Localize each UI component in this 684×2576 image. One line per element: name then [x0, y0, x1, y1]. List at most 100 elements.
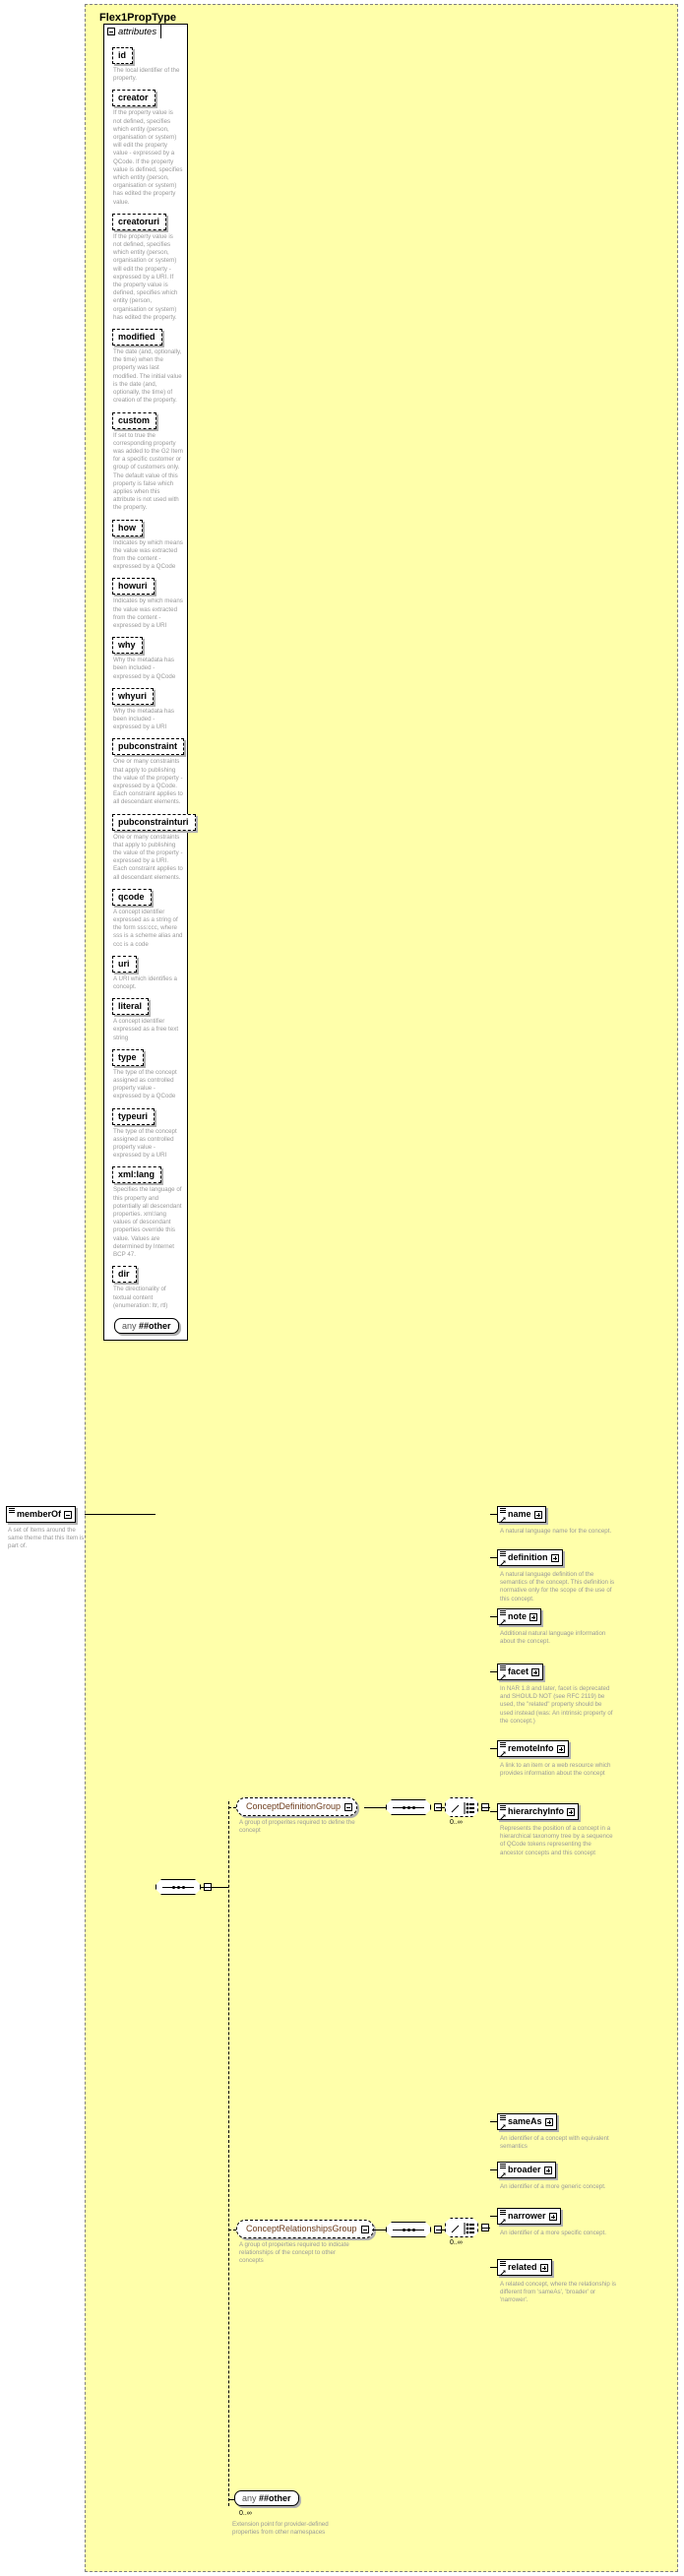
- attribute-label: how: [118, 523, 136, 533]
- element-arrow-icon: [500, 2268, 506, 2274]
- element-remoteInfo[interactable]: remoteInfo: [497, 1740, 569, 1757]
- element-broader[interactable]: broader: [497, 2162, 556, 2178]
- attributes-panel: id The local identifier of the property. c…: [103, 24, 188, 1341]
- attribute-pubconstrainturi[interactable]: pubconstrainturi: [112, 814, 196, 831]
- element-facet[interactable]: facet: [497, 1664, 543, 1680]
- group-label: ConceptRelationshipsGroup: [246, 2224, 357, 2234]
- attribute-label: typeuri: [118, 1111, 148, 1121]
- choice-compositor-icon[interactable]: [445, 2218, 478, 2237]
- attribute-creatoruri[interactable]: creatoruri: [112, 214, 166, 230]
- expand-icon[interactable]: [534, 1511, 542, 1519]
- element-description: In NAR 1.8 and later, facet is deprecate…: [500, 1685, 616, 1726]
- element-arrow-icon: [500, 1515, 506, 1521]
- connector-memberOf-to-sequence: [85, 1514, 155, 1515]
- element-label: remoteInfo: [504, 1743, 554, 1754]
- attribute-dir[interactable]: dir: [112, 1266, 137, 1283]
- element-arrow-icon: [500, 2170, 506, 2176]
- choice-compositor-icon[interactable]: [445, 1797, 478, 1817]
- content-any-other[interactable]: any ##other: [234, 2490, 299, 2506]
- collapse-icon[interactable]: [64, 1511, 72, 1519]
- group2-sequence-compositor[interactable]: [386, 2222, 442, 2237]
- element-description: Additional natural language information …: [500, 1630, 616, 1646]
- expand-icon[interactable]: [551, 1554, 559, 1562]
- attribute-typeuri[interactable]: typeuri: [112, 1108, 155, 1125]
- element-lines-icon: [500, 1508, 506, 1513]
- element-related[interactable]: related: [497, 2259, 552, 2276]
- connector-to-element: [490, 1514, 497, 1515]
- attribute-label: id: [118, 50, 126, 60]
- sequence-compositor-icon[interactable]: [386, 2222, 431, 2237]
- attribute-how[interactable]: how: [112, 520, 143, 536]
- attribute-custom[interactable]: custom: [112, 412, 156, 429]
- connector-to-group1: [228, 1807, 236, 1808]
- expand-icon[interactable]: [545, 2118, 553, 2126]
- element-label: name: [504, 1509, 531, 1520]
- connector-to-element: [490, 2267, 497, 2268]
- element-arrow-icon: [500, 1672, 506, 1678]
- element-definition[interactable]: definition: [497, 1549, 563, 1566]
- collapse-icon[interactable]: [344, 1803, 352, 1811]
- attribute-label: uri: [118, 959, 130, 969]
- attribute-any-other[interactable]: any ##other: [114, 1318, 179, 1334]
- group1-sequence-compositor[interactable]: [386, 1799, 442, 1815]
- attribute-description: One or many constraints that apply to pu…: [113, 834, 183, 882]
- element-description: A set of Items around the same theme tha…: [8, 1527, 85, 1551]
- attribute-label: howuri: [118, 581, 148, 591]
- group1-cardinality: 0..∞: [450, 1819, 463, 1826]
- collapse-icon[interactable]: [107, 28, 115, 35]
- sequence-compositor-icon[interactable]: [155, 1879, 201, 1895]
- attribute-literal[interactable]: literal: [112, 998, 149, 1015]
- connector-outer-to-branch: [201, 1887, 228, 1888]
- element-lines-icon: [500, 2164, 506, 2168]
- attribute-creator[interactable]: creator: [112, 90, 155, 106]
- element-label: memberOf: [13, 1509, 61, 1520]
- group-ConceptRelationshipsGroup[interactable]: ConceptRelationshipsGroup: [236, 2220, 374, 2238]
- attribute-label: qcode: [118, 892, 145, 902]
- connector-branch-spine: [228, 1801, 229, 2506]
- group-description: A group of properites required to define…: [239, 1819, 357, 1835]
- attribute-description: Indicates by which means the value was e…: [113, 597, 183, 630]
- group-label: ConceptDefinitionGroup: [246, 1801, 341, 1812]
- element-note[interactable]: note: [497, 1608, 541, 1625]
- attributes-header[interactable]: attributes: [103, 24, 161, 38]
- attribute-type[interactable]: type: [112, 1049, 144, 1066]
- attribute-why[interactable]: why: [112, 637, 143, 654]
- element-description: An identifier of a more generic concept.: [500, 2183, 616, 2191]
- expand-icon[interactable]: [544, 2167, 552, 2174]
- attribute-id[interactable]: id: [112, 47, 133, 64]
- expand-icon[interactable]: [529, 1613, 537, 1621]
- collapse-icon[interactable]: [361, 2226, 369, 2233]
- element-memberOf[interactable]: memberOf: [6, 1506, 76, 1523]
- element-label: sameAs: [504, 2116, 542, 2127]
- element-description: A natural language definition of the sem…: [500, 1571, 618, 1603]
- element-hierarchyInfo[interactable]: hierarchyInfo: [497, 1803, 579, 1820]
- element-narrower[interactable]: narrower: [497, 2208, 561, 2225]
- attribute-whyuri[interactable]: whyuri: [112, 688, 154, 705]
- expand-icon[interactable]: [567, 1808, 575, 1816]
- expand-icon[interactable]: [540, 2264, 548, 2272]
- sequence-compositor-icon[interactable]: [386, 1799, 431, 1815]
- attribute-description: A URI which identifies a concept.: [113, 975, 183, 991]
- attribute-qcode[interactable]: qcode: [112, 889, 152, 906]
- group-ConceptDefinitionGroup[interactable]: ConceptDefinitionGroup: [236, 1797, 357, 1816]
- connector-to-element: [490, 1557, 497, 1558]
- expand-icon[interactable]: [531, 1668, 539, 1676]
- attribute-howuri[interactable]: howuri: [112, 578, 155, 595]
- attribute-xml-lang[interactable]: xml:lang: [112, 1166, 161, 1183]
- attribute-label: pubconstraint: [118, 741, 177, 751]
- element-description: A link to an item or a web resource whic…: [500, 1762, 616, 1778]
- attribute-pubconstraint[interactable]: pubconstraint: [112, 738, 184, 755]
- element-name[interactable]: name: [497, 1506, 546, 1523]
- element-sameAs[interactable]: sameAs: [497, 2113, 557, 2130]
- attribute-label: xml:lang: [118, 1169, 155, 1179]
- connector-to-element: [490, 2216, 497, 2217]
- element-label: note: [504, 1611, 527, 1622]
- attribute-description: The local identifier of the property.: [113, 67, 183, 83]
- attribute-description: If the property value is not defined, sp…: [113, 109, 183, 206]
- attribute-uri[interactable]: uri: [112, 956, 137, 973]
- expand-icon[interactable]: [557, 1745, 565, 1753]
- element-arrow-icon: [500, 1749, 506, 1755]
- expand-icon[interactable]: [549, 2213, 557, 2221]
- element-lines-icon: [9, 1508, 15, 1513]
- attribute-modified[interactable]: modified: [112, 329, 162, 346]
